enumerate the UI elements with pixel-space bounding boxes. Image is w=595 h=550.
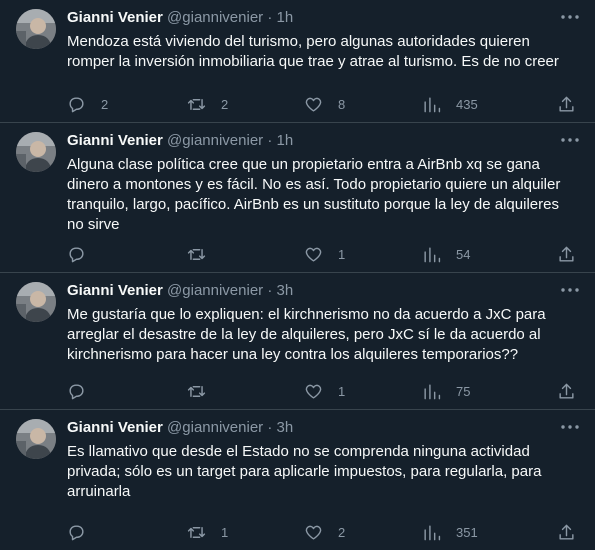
view-count: 435 — [456, 96, 478, 112]
tweet-text: Alguna clase política cree que un propie… — [67, 156, 561, 233]
separator: · — [267, 282, 273, 299]
timestamp[interactable]: 3h — [277, 282, 294, 299]
tweet[interactable]: Gianni Venier @giannivenier · 3h Me gust… — [0, 273, 595, 410]
avatar[interactable] — [16, 419, 56, 459]
like-button[interactable]: 2 — [304, 520, 345, 544]
heart-icon — [305, 525, 322, 540]
action-bar: 1 54 — [67, 242, 579, 272]
share-button[interactable] — [557, 520, 576, 544]
reply-button[interactable] — [67, 520, 101, 544]
tweet-header: Gianni Venier @giannivenier · 3h — [67, 419, 595, 437]
view-count: 351 — [456, 524, 478, 540]
share-button[interactable] — [557, 92, 576, 116]
share-upload-icon — [559, 246, 574, 262]
reply-bubble-icon — [69, 96, 84, 112]
retweet-count: 1 — [221, 524, 229, 540]
heart-icon — [305, 384, 322, 399]
view-count: 54 — [456, 246, 471, 262]
retweet-arrows-icon — [187, 248, 206, 260]
like-button[interactable]: 1 — [304, 242, 345, 266]
views-button[interactable]: 54 — [422, 242, 470, 266]
retweet-arrows-icon — [187, 385, 206, 397]
tweet[interactable]: Gianni Venier @giannivenier · 1h Mendoza… — [0, 0, 595, 123]
share-button[interactable] — [557, 242, 576, 266]
views-button[interactable]: 435 — [422, 92, 478, 116]
author-name[interactable]: Gianni Venier — [67, 282, 163, 299]
reply-count: 2 — [101, 96, 109, 112]
timestamp[interactable]: 1h — [277, 9, 294, 26]
retweet-arrows-icon — [187, 98, 206, 110]
like-count: 8 — [338, 96, 346, 112]
tweet-header: Gianni Venier @giannivenier · 3h — [67, 282, 595, 300]
views-button[interactable]: 351 — [422, 520, 478, 544]
retweet-button[interactable] — [187, 242, 221, 266]
tweet-text: Mendoza está viviendo del turismo, pero … — [67, 33, 559, 70]
reply-button[interactable] — [67, 242, 101, 266]
share-upload-icon — [559, 96, 574, 112]
like-count: 1 — [338, 246, 346, 262]
timestamp[interactable]: 3h — [277, 419, 294, 436]
author-handle[interactable]: @giannivenier — [167, 9, 263, 26]
heart-icon — [305, 247, 322, 262]
action-bar: 2 2 8 435 — [67, 92, 579, 122]
like-count: 1 — [338, 383, 346, 399]
separator: · — [267, 132, 273, 149]
separator: · — [267, 419, 273, 436]
like-button[interactable]: 1 — [304, 379, 345, 403]
author-handle[interactable]: @giannivenier — [167, 132, 263, 149]
retweet-button[interactable] — [187, 379, 221, 403]
tweet-header: Gianni Venier @giannivenier · 1h — [67, 9, 595, 27]
like-button[interactable]: 8 — [304, 92, 345, 116]
view-count: 75 — [456, 383, 471, 399]
tweet[interactable]: Gianni Venier @giannivenier · 3h Es llam… — [0, 410, 595, 550]
share-button[interactable] — [557, 379, 576, 403]
share-upload-icon — [559, 524, 574, 540]
bar-chart-icon — [424, 246, 441, 262]
more-dots-icon[interactable] — [559, 131, 581, 149]
more-dots-icon[interactable] — [559, 8, 581, 26]
retweet-arrows-icon — [187, 526, 206, 538]
reply-button[interactable]: 2 — [67, 92, 108, 116]
timestamp[interactable]: 1h — [277, 132, 294, 149]
bar-chart-icon — [424, 524, 441, 540]
bar-chart-icon — [424, 383, 441, 399]
heart-icon — [305, 97, 322, 112]
share-upload-icon — [559, 383, 574, 399]
author-name[interactable]: Gianni Venier — [67, 419, 163, 436]
like-count: 2 — [338, 524, 346, 540]
avatar[interactable] — [16, 282, 56, 322]
retweet-count: 2 — [221, 96, 229, 112]
tweet-text: Me gustaría que lo expliquen: el kirchne… — [67, 306, 546, 363]
reply-button[interactable] — [67, 379, 101, 403]
author-handle[interactable]: @giannivenier — [167, 282, 263, 299]
retweet-button[interactable]: 2 — [187, 92, 228, 116]
more-dots-icon[interactable] — [559, 281, 581, 299]
separator: · — [267, 9, 273, 26]
action-bar: 1 2 351 — [67, 520, 579, 550]
tweet[interactable]: Gianni Venier @giannivenier · 1h Alguna … — [0, 123, 595, 273]
action-bar: 1 75 — [67, 379, 579, 409]
author-handle[interactable]: @giannivenier — [167, 419, 263, 436]
retweet-button[interactable]: 1 — [187, 520, 228, 544]
views-button[interactable]: 75 — [422, 379, 470, 403]
tweet-header: Gianni Venier @giannivenier · 1h — [67, 132, 595, 150]
reply-bubble-icon — [69, 246, 84, 262]
avatar[interactable] — [16, 9, 56, 49]
author-name[interactable]: Gianni Venier — [67, 9, 163, 26]
avatar[interactable] — [16, 132, 56, 172]
tweet-text: Es llamativo que desde el Estado no se c… — [67, 443, 542, 500]
more-dots-icon[interactable] — [559, 418, 581, 436]
author-name[interactable]: Gianni Venier — [67, 132, 163, 149]
bar-chart-icon — [424, 96, 441, 112]
reply-bubble-icon — [69, 524, 84, 540]
tweet-feed: Gianni Venier @giannivenier · 1h Mendoza… — [0, 0, 595, 550]
reply-bubble-icon — [69, 383, 84, 399]
